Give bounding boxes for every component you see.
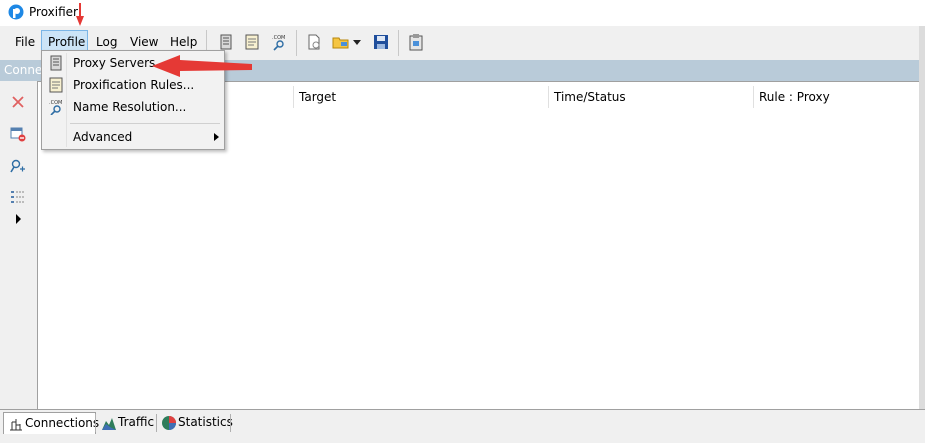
new-profile-icon[interactable]	[305, 33, 323, 51]
dns-icon: .COM	[49, 100, 62, 115]
tab-statistics-label: Statistics	[178, 415, 233, 429]
menu-view[interactable]: View	[130, 34, 158, 50]
expand-arrow-icon[interactable]	[10, 211, 26, 227]
window-right-edge	[919, 26, 925, 442]
menu-log[interactable]: Log	[96, 34, 117, 50]
menu-item-name-resolution[interactable]: .COM Name Resolution...	[44, 97, 222, 118]
menu-profile[interactable]: Profile	[48, 34, 85, 50]
tab-traffic-label: Traffic	[118, 415, 155, 429]
column-separator	[753, 86, 754, 108]
column-separator	[548, 86, 549, 108]
menu-file[interactable]: File	[15, 34, 35, 50]
clipboard-icon[interactable]	[407, 33, 425, 51]
connections-strip-label: Conne	[4, 63, 43, 77]
proxifier-logo-icon	[8, 4, 24, 20]
tab-divider	[230, 414, 231, 432]
list-view-icon[interactable]	[10, 189, 26, 205]
tab-statistics[interactable]: Statistics	[157, 412, 233, 433]
column-separator	[293, 86, 294, 108]
menu-item-proxification-rules[interactable]: Proxification Rules...	[44, 75, 222, 96]
toolbar-separator	[398, 30, 399, 56]
title-bar: Proxifier	[0, 0, 925, 26]
bottom-tab-bar: Connections Traffic Statistics	[0, 409, 925, 443]
menu-item-advanced[interactable]: Advanced	[44, 127, 222, 148]
tab-connections[interactable]: Connections	[3, 412, 100, 434]
window-title: Proxifier	[29, 5, 78, 19]
chevron-down-icon[interactable]	[352, 33, 362, 51]
traffic-chart-icon	[102, 418, 116, 430]
left-toolbar	[0, 81, 37, 409]
column-header-time-status[interactable]: Time/Status	[554, 90, 626, 104]
menu-item-label: Proxification Rules...	[73, 78, 195, 92]
profile-dropdown-menu: Proxy Servers... Proxification Rules... …	[41, 50, 225, 150]
name-resolution-icon[interactable]: .COM	[270, 33, 288, 51]
close-icon[interactable]	[10, 94, 26, 110]
pie-chart-icon	[162, 416, 176, 430]
menu-item-label: Advanced	[73, 130, 133, 144]
toolbar-separator	[296, 30, 297, 56]
rules-icon	[49, 77, 63, 93]
tab-traffic[interactable]: Traffic	[97, 412, 156, 433]
submenu-arrow-icon	[214, 133, 219, 141]
column-header-rule-proxy[interactable]: Rule : Proxy	[759, 90, 830, 104]
connections-icon	[10, 419, 22, 431]
svg-text:.COM: .COM	[49, 100, 62, 106]
server-icon	[50, 55, 62, 71]
menu-item-proxy-servers[interactable]: Proxy Servers...	[44, 53, 222, 74]
menu-separator	[70, 123, 220, 124]
save-profile-icon[interactable]	[372, 33, 390, 51]
tab-connections-label: Connections	[25, 416, 100, 430]
menu-item-label: Name Resolution...	[73, 100, 187, 114]
column-header-target[interactable]: Target	[299, 90, 336, 104]
search-add-icon[interactable]	[10, 158, 26, 174]
open-profile-icon[interactable]	[332, 33, 350, 51]
svg-text:.COM: .COM	[272, 35, 285, 41]
proxification-rules-icon[interactable]	[243, 33, 261, 51]
remove-connection-icon[interactable]	[10, 126, 26, 142]
tab-divider	[95, 414, 96, 432]
menu-help[interactable]: Help	[170, 34, 197, 50]
proxy-servers-icon[interactable]	[217, 33, 235, 51]
menu-item-label: Proxy Servers...	[73, 56, 167, 70]
